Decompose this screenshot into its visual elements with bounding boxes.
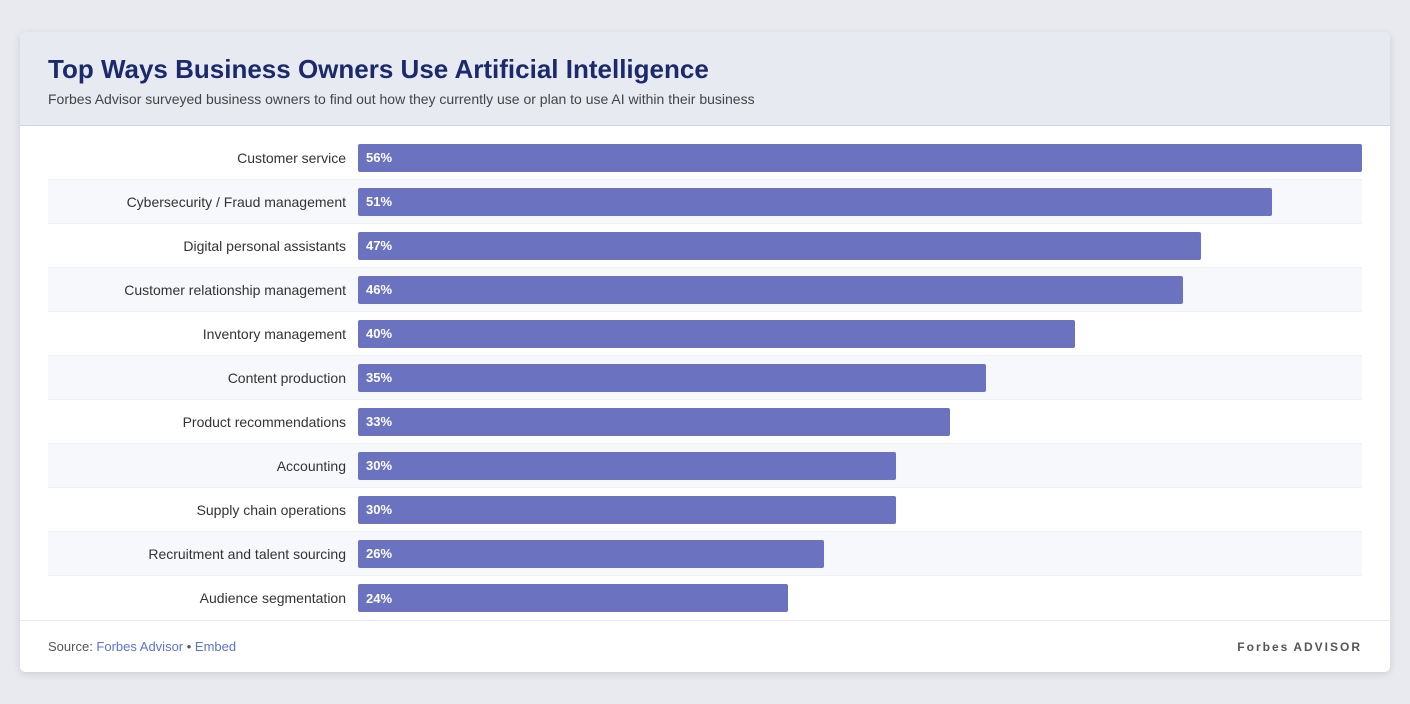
chart-title: Top Ways Business Owners Use Artificial … <box>48 54 1362 85</box>
bar-fill: 30% <box>358 496 896 524</box>
bar-value: 33% <box>366 414 392 429</box>
bar-fill: 46% <box>358 276 1183 304</box>
bar-label-text: Cybersecurity / Fraud management <box>48 194 358 210</box>
bar-label-text: Content production <box>48 370 358 386</box>
bar-row: Customer relationship management 46% <box>48 268 1362 312</box>
bar-row: Audience segmentation 24% <box>48 576 1362 620</box>
bar-container: 33% <box>358 404 1362 440</box>
bar-value: 35% <box>366 370 392 385</box>
bar-label-text: Customer service <box>48 150 358 166</box>
bar-fill: 24% <box>358 584 788 612</box>
logo-light: ADVISOR <box>1293 640 1362 654</box>
bar-label-text: Audience segmentation <box>48 590 358 606</box>
forbes-logo: Forbes ADVISOR <box>1233 635 1362 658</box>
bar-container: 24% <box>358 580 1362 616</box>
chart-footer: Source: Forbes Advisor • Embed Forbes ADV… <box>20 620 1390 672</box>
bar-fill: 26% <box>358 540 824 568</box>
bar-value: 30% <box>366 502 392 517</box>
logo-bold: Forbes <box>1237 640 1289 654</box>
bar-fill: 56% <box>358 144 1362 172</box>
bar-row: Recruitment and talent sourcing 26% <box>48 532 1362 576</box>
bar-label-text: Digital personal assistants <box>48 238 358 254</box>
bar-container: 26% <box>358 536 1362 572</box>
bar-row: Product recommendations 33% <box>48 400 1362 444</box>
chart-area: Customer service 56% Cybersecurity / Fraud… <box>20 126 1390 620</box>
bar-container: 47% <box>358 228 1362 264</box>
source-label: Source: <box>48 639 96 654</box>
bar-value: 26% <box>366 546 392 561</box>
bar-row: Supply chain operations 30% <box>48 488 1362 532</box>
bar-container: 51% <box>358 184 1362 220</box>
bar-value: 51% <box>366 194 392 209</box>
bar-value: 40% <box>366 326 392 341</box>
bar-value: 56% <box>366 150 392 165</box>
bar-label-text: Recruitment and talent sourcing <box>48 546 358 562</box>
bar-value: 24% <box>366 591 392 606</box>
bar-container: 30% <box>358 492 1362 528</box>
bar-row: Content production 35% <box>48 356 1362 400</box>
bar-fill: 30% <box>358 452 896 480</box>
chart-header: Top Ways Business Owners Use Artificial … <box>20 32 1390 126</box>
embed-link[interactable]: Embed <box>195 639 236 654</box>
bar-value: 30% <box>366 458 392 473</box>
bar-container: 46% <box>358 272 1362 308</box>
chart-subtitle: Forbes Advisor surveyed business owners … <box>48 91 1362 107</box>
bar-value: 47% <box>366 238 392 253</box>
bar-container: 35% <box>358 360 1362 396</box>
bar-container: 40% <box>358 316 1362 352</box>
bar-label-text: Accounting <box>48 458 358 474</box>
bar-fill: 33% <box>358 408 950 436</box>
source-text: Source: Forbes Advisor • Embed <box>48 639 236 654</box>
bar-row: Accounting 30% <box>48 444 1362 488</box>
bar-container: 30% <box>358 448 1362 484</box>
bar-row: Customer service 56% <box>48 136 1362 180</box>
bar-container: 56% <box>358 140 1362 176</box>
infographic-card: Top Ways Business Owners Use Artificial … <box>20 32 1390 672</box>
bar-value: 46% <box>366 282 392 297</box>
bar-fill: 51% <box>358 188 1272 216</box>
bar-row: Inventory management 40% <box>48 312 1362 356</box>
bar-fill: 47% <box>358 232 1201 260</box>
source-separator: • <box>183 639 195 654</box>
bar-fill: 40% <box>358 320 1075 348</box>
bar-label-text: Inventory management <box>48 326 358 342</box>
bar-label-text: Customer relationship management <box>48 282 358 298</box>
bar-row: Digital personal assistants 47% <box>48 224 1362 268</box>
bar-label-text: Product recommendations <box>48 414 358 430</box>
bar-label-text: Supply chain operations <box>48 502 358 518</box>
bar-fill: 35% <box>358 364 986 392</box>
bar-row: Cybersecurity / Fraud management 51% <box>48 180 1362 224</box>
source-link[interactable]: Forbes Advisor <box>96 639 183 654</box>
